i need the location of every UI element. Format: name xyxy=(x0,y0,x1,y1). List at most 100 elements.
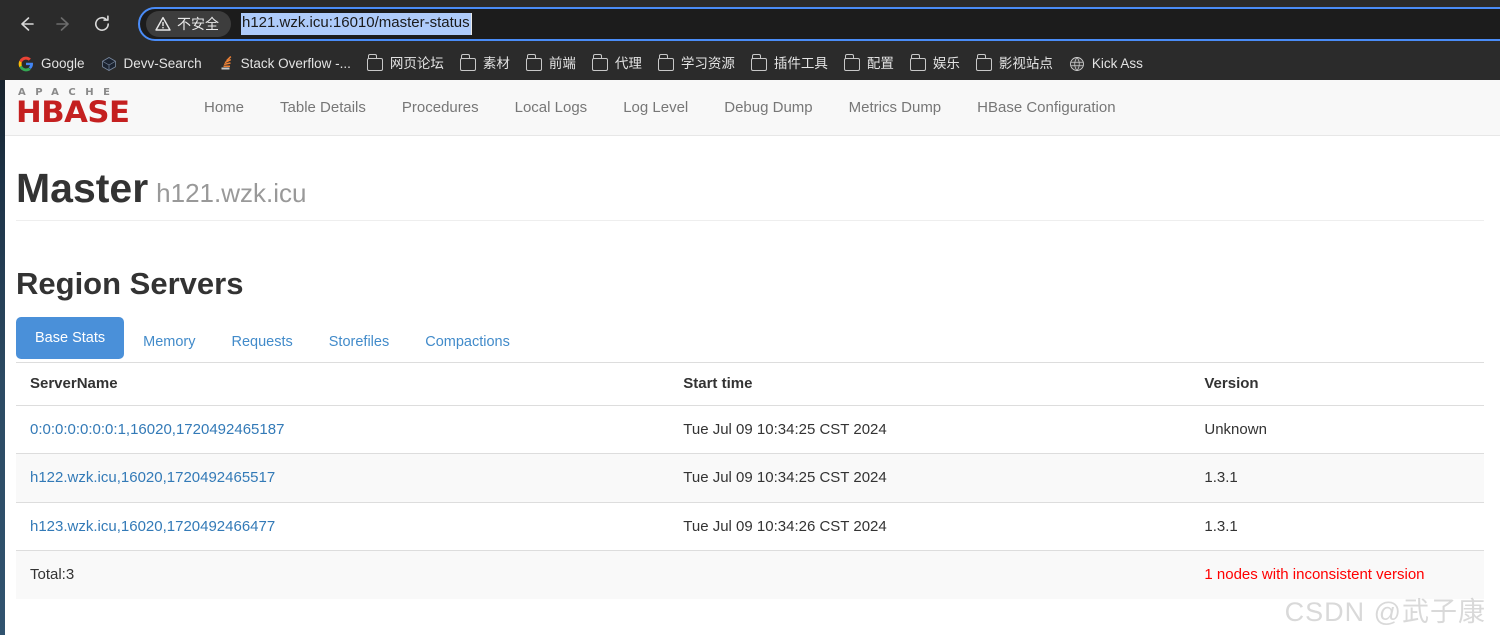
nav-link-metrics-dump[interactable]: Metrics Dump xyxy=(831,80,960,136)
reload-button[interactable] xyxy=(84,6,120,42)
page-title: Master h121.wzk.icu xyxy=(16,165,1484,211)
folder-icon xyxy=(657,54,674,71)
cell-start-time: Tue Jul 09 10:34:25 CST 2024 xyxy=(669,404,1191,454)
cell-total: Total:3 xyxy=(16,550,670,599)
stackoverflow-icon xyxy=(221,56,231,70)
globe-icon xyxy=(1069,56,1084,72)
nav-link-hbase-configuration[interactable]: HBase Configuration xyxy=(959,80,1133,136)
cube-icon xyxy=(101,57,116,71)
server-link[interactable]: h122.wzk.icu,16020,1720492465517 xyxy=(30,469,275,486)
cell-total-start xyxy=(669,550,1191,599)
server-link[interactable]: h123.wzk.icu,16020,1720492466477 xyxy=(30,518,275,535)
hbase-logo[interactable]: APACHE HBASE xyxy=(16,87,168,128)
table-row: 0:0:0:0:0:0:0:1,16020,1720492465187 Tue … xyxy=(16,404,1484,454)
region-servers-title: Region Servers xyxy=(16,266,244,302)
page-title-hostname: h121.wzk.icu xyxy=(156,178,307,208)
back-button[interactable] xyxy=(8,6,44,42)
column-header-start-time[interactable]: Start time xyxy=(669,363,1191,406)
bookmark-label: 代理 xyxy=(614,56,642,72)
folder-icon xyxy=(525,54,542,71)
nav-link-procedures[interactable]: Procedures xyxy=(384,80,497,136)
bookmark-kick-ass[interactable]: Kick Ass xyxy=(1061,53,1151,75)
bookmark-label: 影视站点 xyxy=(998,56,1053,72)
bookmark-label: Kick Ass xyxy=(1091,56,1143,72)
cell-servername: 0:0:0:0:0:0:0:1,16020,1720492465187 xyxy=(16,404,670,454)
address-bar[interactable]: 不安全 h121.wzk.icu:16010/master-status xyxy=(138,7,1500,41)
security-status-label: 不安全 xyxy=(177,16,219,32)
page-content: APACHE HBASE Home Table Details Procedur… xyxy=(0,80,1500,635)
nav-link-debug-dump[interactable]: Debug Dump xyxy=(706,80,830,136)
master-section: Master h121.wzk.icu xyxy=(16,136,1484,222)
browser-toolbar: 不安全 h121.wzk.icu:16010/master-status xyxy=(0,0,1500,48)
bookmark-label: 素材 xyxy=(482,56,510,72)
browser-chrome: 不安全 h121.wzk.icu:16010/master-status Goo… xyxy=(0,0,1500,80)
bookmark-folder-yule[interactable]: 娱乐 xyxy=(902,54,968,74)
table-body: 0:0:0:0:0:0:0:1,16020,1720492465187 Tue … xyxy=(16,404,1484,599)
folder-icon xyxy=(750,54,767,71)
inconsistent-version-warning: 1 nodes with inconsistent version xyxy=(1204,566,1425,584)
cell-version: 1.3.1 xyxy=(1190,453,1484,503)
bookmark-folder-peizhi[interactable]: 配置 xyxy=(836,54,902,74)
hbase-nav-links: Home Table Details Procedures Local Logs… xyxy=(186,80,1134,136)
forward-button[interactable] xyxy=(46,6,82,42)
table-row: h123.wzk.icu,16020,1720492466477 Tue Jul… xyxy=(16,501,1484,551)
bookmark-label: Stack Overflow -... xyxy=(240,56,351,72)
bookmark-folder-qianduan[interactable]: 前端 xyxy=(518,54,584,74)
security-status-chip[interactable]: 不安全 xyxy=(146,11,231,37)
nav-link-table-details[interactable]: Table Details xyxy=(262,80,384,136)
cell-inconsistent-version: 1 nodes with inconsistent version xyxy=(1190,550,1484,599)
warning-triangle-icon xyxy=(155,16,171,31)
bookmark-folder-chajiangongju[interactable]: 插件工具 xyxy=(743,54,836,74)
tab-compactions[interactable]: Compactions xyxy=(408,321,527,363)
bookmark-google[interactable]: Google xyxy=(10,53,93,75)
hbase-navbar: APACHE HBASE Home Table Details Procedur… xyxy=(0,80,1500,136)
region-servers-tabs: Base Stats Memory Requests Storefiles Co… xyxy=(16,317,1484,364)
table-total-row: Total:3 1 nodes with inconsistent versio… xyxy=(16,550,1484,599)
column-header-servername[interactable]: ServerName xyxy=(16,363,670,406)
bookmark-label: 插件工具 xyxy=(773,56,828,72)
page-header: Master h121.wzk.icu xyxy=(16,165,1484,222)
tab-requests[interactable]: Requests xyxy=(215,321,310,363)
folder-icon xyxy=(459,54,476,71)
bookmark-label: 前端 xyxy=(548,56,576,72)
hbase-logo-hbase-text: HBASE xyxy=(16,94,130,129)
window-edge-strip xyxy=(0,80,5,635)
server-link[interactable]: 0:0:0:0:0:0:0:1,16020,1720492465187 xyxy=(30,421,284,438)
bookmark-folder-wangye-luntan[interactable]: 网页论坛 xyxy=(359,54,452,74)
folder-icon xyxy=(909,54,926,71)
nav-link-home[interactable]: Home xyxy=(186,80,262,136)
bookmark-folder-xuexiziyuan[interactable]: 学习资源 xyxy=(650,54,743,74)
nav-link-log-level[interactable]: Log Level xyxy=(605,80,706,136)
address-bar-url[interactable]: h121.wzk.icu:16010/master-status xyxy=(241,13,472,35)
cell-version: Unknown xyxy=(1190,404,1484,454)
bookmark-label: Google xyxy=(41,56,85,72)
bookmark-folder-yingshizhandian[interactable]: 影视站点 xyxy=(968,54,1061,74)
tab-storefiles[interactable]: Storefiles xyxy=(312,321,406,363)
google-icon xyxy=(18,56,33,72)
page-title-text: Master xyxy=(16,165,149,211)
bookmark-label: Devv-Search xyxy=(123,56,202,72)
folder-icon xyxy=(975,54,992,71)
table-head: ServerName Start time Version xyxy=(16,363,1484,406)
folder-icon xyxy=(843,54,860,71)
tab-base-stats[interactable]: Base Stats xyxy=(16,317,125,360)
bookmark-folder-daili[interactable]: 代理 xyxy=(584,54,650,74)
bookmark-stack-overflow[interactable]: Stack Overflow -... xyxy=(210,53,359,75)
tab-memory[interactable]: Memory xyxy=(126,321,212,363)
folder-icon xyxy=(591,54,608,71)
bookmark-label: 网页论坛 xyxy=(389,56,444,72)
browser-window: 不安全 h121.wzk.icu:16010/master-status Goo… xyxy=(0,0,1500,635)
cell-servername: h122.wzk.icu,16020,1720492465517 xyxy=(16,453,670,503)
region-servers-section: Region Servers Base Stats Memory Request… xyxy=(16,266,1484,599)
cell-version: 1.3.1 xyxy=(1190,501,1484,551)
bookmarks-bar: Google Devv-Search Stack Overflow -... 网… xyxy=(0,48,1500,80)
nav-link-local-logs[interactable]: Local Logs xyxy=(497,80,606,136)
bookmark-devv-search[interactable]: Devv-Search xyxy=(93,53,210,75)
bookmark-label: 配置 xyxy=(866,56,894,72)
column-header-version[interactable]: Version xyxy=(1190,363,1484,406)
cell-servername: h123.wzk.icu,16020,1720492466477 xyxy=(16,501,670,551)
table-row: h122.wzk.icu,16020,1720492465517 Tue Jul… xyxy=(16,453,1484,503)
folder-icon xyxy=(366,54,383,71)
region-servers-table: ServerName Start time Version 0:0:0:0:0:… xyxy=(16,363,1484,599)
bookmark-folder-sucai[interactable]: 素材 xyxy=(452,54,518,74)
